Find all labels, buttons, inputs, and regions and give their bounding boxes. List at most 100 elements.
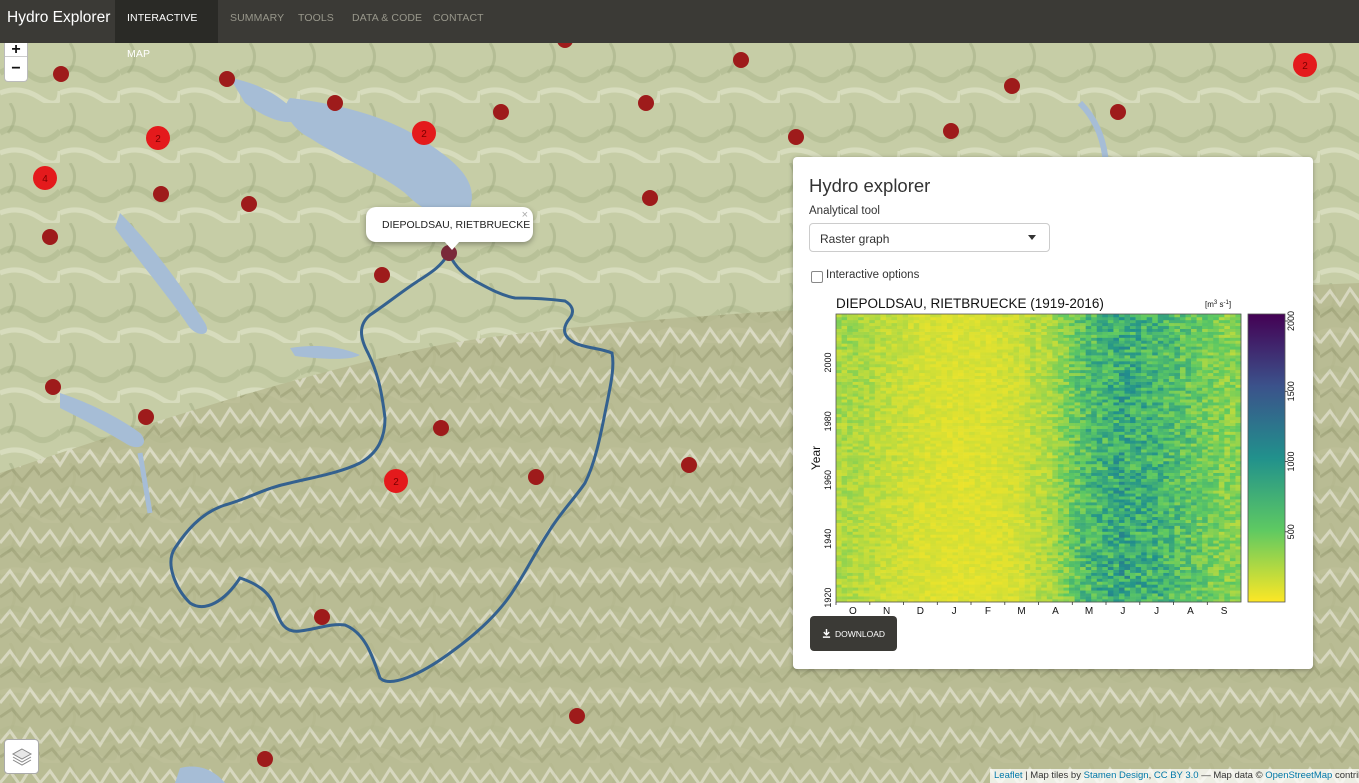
brand-title[interactable]: Hydro Explorer bbox=[7, 9, 110, 27]
station-marker[interactable] bbox=[374, 267, 390, 283]
station-marker[interactable] bbox=[569, 708, 585, 724]
heatmap-cell bbox=[1019, 581, 1025, 585]
station-marker[interactable] bbox=[327, 95, 343, 111]
heatmap-cell bbox=[919, 419, 926, 424]
heatmap-cell bbox=[1096, 528, 1103, 532]
station-marker[interactable] bbox=[642, 190, 658, 206]
heatmap-cell bbox=[1019, 552, 1025, 556]
heatmap-cell bbox=[1191, 466, 1197, 471]
heatmap-cell bbox=[946, 596, 953, 600]
nav-data-code[interactable]: DATA & CODE bbox=[352, 0, 422, 43]
station-marker[interactable] bbox=[138, 409, 154, 425]
station-marker[interactable] bbox=[528, 469, 544, 485]
heatmap-cell bbox=[1052, 469, 1059, 473]
station-marker[interactable] bbox=[219, 71, 235, 87]
heatmap-cell bbox=[897, 455, 903, 459]
station-marker[interactable] bbox=[733, 52, 749, 68]
heatmap-cell bbox=[1019, 566, 1025, 570]
station-marker[interactable] bbox=[493, 104, 509, 120]
heatmap-cell bbox=[1046, 554, 1053, 559]
station-marker[interactable] bbox=[314, 609, 330, 625]
station-marker[interactable] bbox=[257, 751, 273, 767]
heatmap-cell bbox=[991, 405, 998, 409]
heatmap-cell bbox=[1052, 478, 1059, 482]
cluster-marker[interactable]: 4 bbox=[33, 166, 57, 190]
heatmap-cell bbox=[935, 481, 942, 485]
heatmap-cell bbox=[1130, 502, 1136, 506]
heatmap-cell bbox=[1002, 543, 1009, 547]
station-marker[interactable] bbox=[638, 95, 654, 111]
heatmap-cell bbox=[841, 496, 848, 500]
nav-summary[interactable]: SUMMARY bbox=[230, 0, 284, 43]
nav-tools[interactable]: TOOLS bbox=[298, 0, 334, 43]
heatmap-cell bbox=[863, 540, 870, 544]
heatmap-cell bbox=[963, 581, 970, 585]
heatmap-cell bbox=[1152, 469, 1159, 473]
heatmap-cell bbox=[847, 552, 853, 556]
heatmap-cell bbox=[1052, 578, 1059, 582]
interactive-options-checkbox[interactable] bbox=[811, 271, 823, 283]
heatmap-cell bbox=[1107, 554, 1114, 559]
station-marker[interactable] bbox=[153, 186, 169, 202]
station-marker[interactable] bbox=[433, 420, 449, 436]
heatmap-cell bbox=[924, 540, 931, 544]
heatmap-cell bbox=[1213, 437, 1220, 441]
license-link[interactable]: CC BY 3.0 bbox=[1154, 770, 1199, 781]
heatmap-cell bbox=[974, 581, 981, 585]
cluster-marker[interactable]: 2 bbox=[384, 469, 408, 493]
cluster-marker[interactable]: 2 bbox=[1293, 53, 1317, 77]
heatmap-cell bbox=[1007, 543, 1014, 547]
cluster-marker[interactable]: 2 bbox=[412, 121, 436, 145]
heatmap-cell bbox=[1074, 587, 1081, 591]
heatmap-cell bbox=[980, 466, 987, 471]
heatmap-cell bbox=[1013, 460, 1020, 465]
station-marker[interactable] bbox=[1004, 78, 1020, 94]
popup-close-button[interactable]: × bbox=[522, 209, 528, 221]
station-marker[interactable] bbox=[241, 196, 257, 212]
station-marker[interactable] bbox=[1110, 104, 1126, 120]
heatmap-cell bbox=[1141, 531, 1147, 535]
station-marker[interactable] bbox=[53, 66, 69, 82]
heatmap-cell bbox=[869, 428, 876, 432]
heatmap-cell bbox=[863, 487, 870, 491]
heatmap-cell bbox=[1118, 478, 1125, 482]
heatmap-cell bbox=[863, 584, 870, 588]
heatmap-cell bbox=[1141, 460, 1147, 465]
heatmap-cell bbox=[996, 428, 1003, 432]
heatmap-cell bbox=[1102, 428, 1109, 432]
station-marker[interactable] bbox=[681, 457, 697, 473]
heatmap-cell bbox=[908, 549, 914, 553]
nav-interactive-map[interactable]: INTERACTIVE MAP bbox=[115, 0, 218, 60]
heatmap-cell bbox=[935, 525, 942, 529]
cluster-marker[interactable]: 2 bbox=[146, 126, 170, 150]
heatmap-cell bbox=[1063, 455, 1070, 459]
stamen-link[interactable]: Stamen Design bbox=[1084, 770, 1149, 781]
station-marker[interactable] bbox=[788, 129, 804, 145]
zoom-out-button[interactable]: − bbox=[5, 56, 27, 81]
heatmap-cell bbox=[930, 543, 937, 547]
heatmap-cell bbox=[924, 443, 931, 447]
station-marker[interactable] bbox=[943, 123, 959, 139]
heatmap-cell bbox=[1202, 484, 1209, 488]
heatmap-cell bbox=[919, 428, 926, 432]
heatmap-cell bbox=[1191, 422, 1197, 426]
heatmap-cell bbox=[1024, 416, 1031, 421]
heatmap-cell bbox=[1218, 434, 1225, 438]
heatmap-cell bbox=[941, 472, 948, 476]
nav-contact[interactable]: CONTACT bbox=[433, 0, 484, 43]
tool-select[interactable]: Raster graph bbox=[809, 223, 1050, 252]
heatmap-cell bbox=[1063, 443, 1070, 447]
heatmap-cell bbox=[985, 513, 992, 518]
station-marker[interactable] bbox=[45, 379, 61, 395]
heatmap-cell bbox=[941, 475, 948, 479]
heatmap-cell bbox=[1002, 481, 1009, 485]
heatmap-cell bbox=[1052, 557, 1059, 562]
zoom-in-button[interactable]: + bbox=[5, 41, 27, 57]
interactive-options-label[interactable]: Interactive options bbox=[826, 269, 919, 281]
leaflet-link[interactable]: Leaflet bbox=[994, 770, 1023, 781]
heatmap-cell bbox=[1196, 572, 1203, 576]
heatmap-cell bbox=[958, 502, 964, 506]
station-marker[interactable] bbox=[42, 229, 58, 245]
layers-control[interactable] bbox=[4, 739, 39, 774]
osm-link[interactable]: OpenStreetMap bbox=[1265, 770, 1332, 781]
